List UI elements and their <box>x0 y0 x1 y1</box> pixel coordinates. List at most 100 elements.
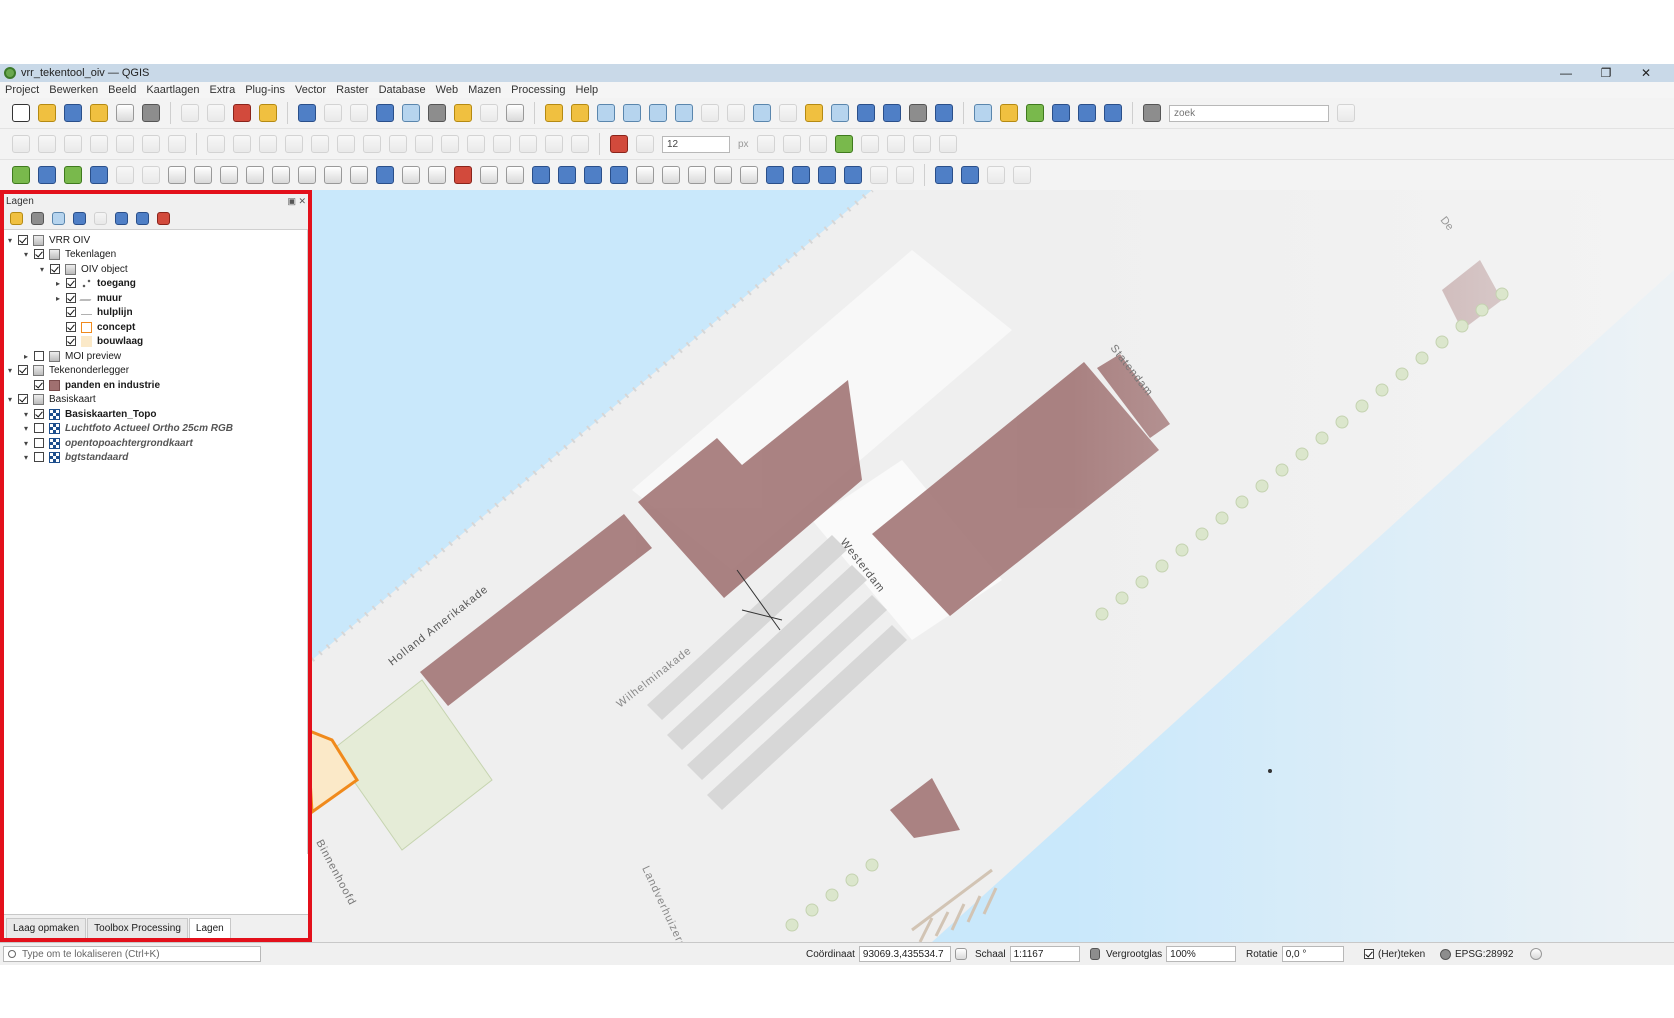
merge-features-icon[interactable] <box>519 135 537 153</box>
layer-checkbox[interactable] <box>34 409 44 419</box>
menu-kaartlagen[interactable]: Kaartlagen <box>141 84 204 96</box>
delete-vertex-icon[interactable] <box>454 166 472 184</box>
bisect-icon[interactable] <box>740 166 758 184</box>
layer-row[interactable]: ▸ MOI preview <box>22 349 121 363</box>
snapping-unit[interactable]: px <box>738 139 749 150</box>
circle-measure-icon[interactable] <box>1013 166 1031 184</box>
tracing-icon[interactable] <box>808 135 827 153</box>
zoom-to-layer-icon[interactable] <box>701 104 719 122</box>
add-feature-icon[interactable] <box>90 135 108 153</box>
parallel-icon[interactable] <box>662 166 680 184</box>
coordinate-toggle-icon[interactable] <box>954 948 967 960</box>
expand-arrow-icon[interactable]: ▸ <box>54 279 62 288</box>
temporal-controller-icon[interactable] <box>909 104 927 122</box>
text-annotation-icon[interactable] <box>506 104 524 122</box>
select-features-icon[interactable] <box>181 104 199 122</box>
menu-raster[interactable]: Raster <box>331 84 373 96</box>
hand-edit-icon[interactable] <box>870 166 888 184</box>
magnifier-field[interactable]: 100% <box>1166 946 1237 962</box>
cut-features-icon[interactable] <box>168 135 186 153</box>
rotate-point-symbols-icon[interactable] <box>571 135 589 153</box>
help-icon[interactable] <box>38 166 56 184</box>
toggle-editing-icon[interactable] <box>12 135 30 153</box>
perpendicular-icon[interactable] <box>792 166 810 184</box>
identify-features-icon[interactable] <box>298 104 316 122</box>
add-ring-icon[interactable] <box>285 135 303 153</box>
bezier-icon[interactable] <box>818 166 836 184</box>
menu-mazen[interactable]: Mazen <box>463 84 506 96</box>
delete-selected-icon[interactable] <box>142 135 160 153</box>
split-cross-icon[interactable] <box>886 135 905 153</box>
pan-to-selection-icon[interactable] <box>571 104 589 122</box>
filter-expression-icon[interactable] <box>94 212 107 225</box>
line-tool-icon[interactable] <box>428 166 446 184</box>
menu-project[interactable]: Project <box>0 84 44 96</box>
zoom-native-icon[interactable] <box>727 104 745 122</box>
layer-row[interactable]: ▾ VRR OIV <box>6 233 90 247</box>
undo-icon[interactable] <box>116 166 134 184</box>
snapping-intersection-icon[interactable] <box>782 135 801 153</box>
layer-row[interactable]: ▾ bgtstandaard <box>22 450 128 464</box>
processing-toolbox-icon[interactable] <box>376 104 394 122</box>
statistical-summary-icon[interactable] <box>402 104 420 122</box>
style-manager-icon[interactable] <box>142 104 160 122</box>
layer-row[interactable]: ▾ Basiskaarten_Topo <box>22 407 157 421</box>
zoom-out-icon[interactable] <box>623 104 641 122</box>
vertex-tool-icon[interactable] <box>116 135 134 153</box>
collapse-arrow-icon[interactable]: ▾ <box>22 424 30 433</box>
copy-move-icon[interactable] <box>506 166 524 184</box>
panel-float-close-icon[interactable]: ▣ ✕ <box>287 196 306 207</box>
layout-tool-icon[interactable] <box>938 135 957 153</box>
add-vector-icon[interactable] <box>1000 104 1018 122</box>
rotate-tool-icon[interactable] <box>480 166 498 184</box>
topological-editing-icon[interactable] <box>756 135 775 153</box>
layer-row[interactable]: ▾ Tekenonderlegger <box>6 363 129 377</box>
menu-vector[interactable]: Vector <box>290 84 331 96</box>
snapping-tolerance-input[interactable] <box>662 135 730 153</box>
dimension-icon[interactable] <box>935 166 953 184</box>
zoom-last-icon[interactable] <box>753 104 771 122</box>
layer-checkbox[interactable] <box>34 423 44 433</box>
move-feature-icon[interactable] <box>207 135 225 153</box>
toolbar-search-input[interactable] <box>1169 104 1329 122</box>
circle-tool-icon[interactable] <box>246 166 264 184</box>
layer-checkbox[interactable] <box>66 307 76 317</box>
layer-checkbox[interactable] <box>66 336 76 346</box>
delete-ring-icon[interactable] <box>363 135 381 153</box>
menu-database[interactable]: Database <box>374 84 431 96</box>
reshape-features-icon[interactable] <box>415 135 433 153</box>
simplify-feature-icon[interactable] <box>259 135 277 153</box>
arc-measure-icon[interactable] <box>987 166 1005 184</box>
self-snapping-icon[interactable] <box>912 135 931 153</box>
attribute-table-icon[interactable] <box>324 104 342 122</box>
oiv-plugin-icon[interactable] <box>12 166 30 184</box>
regular-polygon-icon[interactable] <box>324 166 342 184</box>
split-features-icon[interactable] <box>467 135 485 153</box>
messages-button[interactable] <box>1526 946 1546 962</box>
menu-bewerken[interactable]: Bewerken <box>44 84 103 96</box>
locator-globe-icon[interactable] <box>1143 104 1161 122</box>
layer-row[interactable]: ▾ OIV object <box>38 262 128 276</box>
layer-checkbox[interactable] <box>34 351 44 361</box>
collapse-arrow-icon[interactable]: ▾ <box>6 236 14 245</box>
collapse-arrow-icon[interactable]: ▾ <box>6 366 14 375</box>
messages-icon[interactable] <box>1530 948 1542 960</box>
deselect-features-icon[interactable] <box>233 104 251 122</box>
select-by-value-icon[interactable] <box>207 104 225 122</box>
angle-icon[interactable] <box>961 166 979 184</box>
curve-icon[interactable] <box>714 166 732 184</box>
snapping-magnet-icon[interactable] <box>610 135 628 153</box>
refresh-icon[interactable] <box>935 104 953 122</box>
pan-map-icon[interactable] <box>545 104 563 122</box>
add-layer-icon[interactable] <box>974 104 992 122</box>
rectangle-tool-icon[interactable] <box>298 166 316 184</box>
select-all-icon[interactable] <box>259 104 277 122</box>
add-group-icon[interactable] <box>31 212 44 225</box>
layer-row[interactable]: ▾ Luchtfoto Actueel Ortho 25cm RGB <box>22 421 233 435</box>
zoom-next-icon[interactable] <box>779 104 797 122</box>
close-button[interactable]: ✕ <box>1626 64 1666 82</box>
add-wms-icon[interactable] <box>1026 104 1044 122</box>
merge-attributes-icon[interactable] <box>545 135 563 153</box>
database-icon[interactable] <box>1078 104 1096 122</box>
layer-checkbox[interactable] <box>34 452 44 462</box>
